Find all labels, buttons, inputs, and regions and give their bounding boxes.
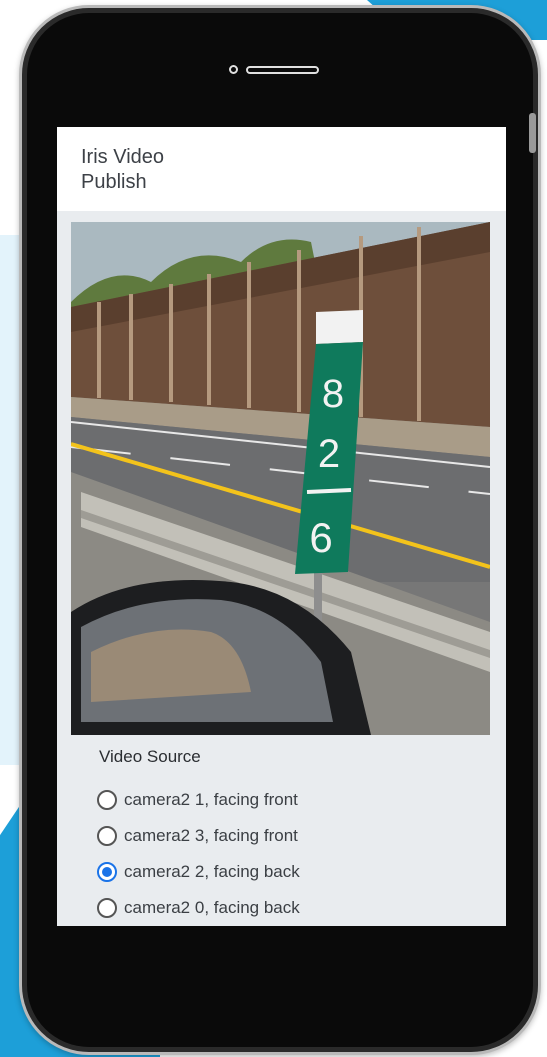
camera-preview-image: 8 2 6	[71, 222, 490, 735]
radio-option-camera2-3[interactable]: camera2 3, facing front	[97, 821, 298, 851]
app-screen: Iris Video Publish 8 2 6 Video Source ca…	[57, 127, 506, 926]
radio-option-camera2-0[interactable]: camera2 0, facing back	[97, 893, 300, 923]
radio-label: camera2 2, facing back	[124, 862, 300, 881]
video-source-heading: Video Source	[99, 747, 201, 766]
radio-label: camera2 1, facing front	[124, 790, 298, 809]
front-camera-icon	[229, 65, 238, 74]
sign-top	[316, 310, 363, 344]
app-header: Iris Video Publish	[57, 127, 506, 211]
sign-digit-2: 2	[318, 432, 340, 476]
radio-button[interactable]	[97, 898, 117, 918]
radio-option-camera2-2[interactable]: camera2 2, facing back	[97, 857, 300, 887]
app-title: Iris Video Publish	[81, 146, 165, 193]
radio-option-camera2-1[interactable]: camera2 1, facing front	[97, 785, 298, 815]
sign-digit-1: 8	[322, 372, 344, 416]
radio-button[interactable]	[97, 826, 117, 846]
earpiece-speaker	[246, 66, 319, 74]
sign-digit-3: 6	[309, 514, 332, 561]
radio-button[interactable]	[97, 790, 117, 810]
radio-label: camera2 0, facing back	[124, 898, 300, 917]
video-preview: 8 2 6	[71, 222, 490, 735]
phone-side-button	[529, 113, 536, 153]
radio-button-selected[interactable]	[97, 862, 117, 882]
radio-label: camera2 3, facing front	[124, 826, 298, 845]
